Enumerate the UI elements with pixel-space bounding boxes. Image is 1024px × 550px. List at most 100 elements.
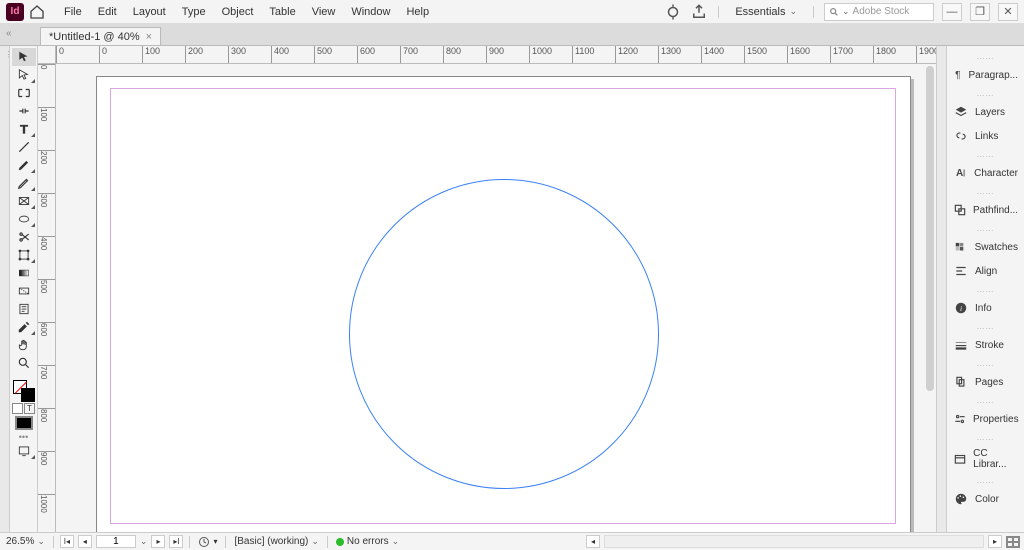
note-tool[interactable] bbox=[12, 300, 36, 318]
panel-grip[interactable]: ⋯⋯ bbox=[947, 324, 1024, 333]
hscroll-left[interactable]: ◂ bbox=[586, 535, 600, 548]
preflight-profile[interactable]: [Basic] (working)⌄ bbox=[232, 536, 320, 547]
type-tool[interactable] bbox=[12, 120, 36, 138]
free-transform-tool[interactable] bbox=[12, 246, 36, 264]
direct-selection-tool[interactable] bbox=[12, 66, 36, 84]
pen-tool[interactable] bbox=[12, 156, 36, 174]
ellipse-tool[interactable] bbox=[12, 210, 36, 228]
fill-stroke-swatch[interactable] bbox=[13, 380, 35, 402]
document-tab[interactable]: *Untitled-1 @ 40% × bbox=[40, 27, 161, 45]
panel-grip[interactable]: ⋯⋯ bbox=[947, 226, 1024, 235]
workspace-switcher[interactable]: Essentials ⌄ bbox=[729, 4, 803, 20]
chevron-down-icon[interactable]: ⌄ bbox=[140, 536, 148, 547]
page-tool[interactable] bbox=[12, 84, 36, 102]
share-icon[interactable] bbox=[690, 3, 708, 21]
gradient-feather-tool[interactable] bbox=[12, 282, 36, 300]
panel-paragraph[interactable]: ¶Paragrap... bbox=[947, 63, 1024, 87]
panel-character[interactable]: A|Character bbox=[947, 161, 1024, 185]
window-restore[interactable]: ❐ bbox=[970, 3, 990, 21]
panel-pathfinder[interactable]: Pathfind... bbox=[947, 198, 1024, 222]
eyedropper-tool[interactable] bbox=[12, 318, 36, 336]
canvas[interactable] bbox=[56, 64, 936, 532]
zoom-tool[interactable] bbox=[12, 354, 36, 372]
next-spread-button[interactable]: ▸ bbox=[151, 535, 165, 548]
panel-info[interactable]: iInfo bbox=[947, 296, 1024, 320]
screen-mode[interactable] bbox=[12, 442, 36, 460]
panel-properties[interactable]: Properties bbox=[947, 407, 1024, 431]
hint-icon[interactable] bbox=[664, 3, 682, 21]
panel-grip[interactable]: ⋯⋯ bbox=[947, 54, 1024, 63]
prev-spread-button[interactable]: ◂ bbox=[78, 535, 92, 548]
open-recent-icon[interactable]: ▾ bbox=[196, 536, 219, 548]
panel-align[interactable]: Align bbox=[947, 259, 1024, 283]
document-tabstrip: *Untitled-1 @ 40% × bbox=[0, 24, 1024, 46]
menu-type[interactable]: Type bbox=[174, 2, 214, 22]
menu-file[interactable]: File bbox=[56, 2, 90, 22]
menu-edit[interactable]: Edit bbox=[90, 2, 125, 22]
pencil-tool[interactable] bbox=[12, 174, 36, 192]
right-dock-strip[interactable] bbox=[936, 46, 946, 532]
ellipse-object[interactable] bbox=[349, 179, 659, 489]
panel-color[interactable]: Color bbox=[947, 487, 1024, 511]
page-number-field[interactable] bbox=[96, 535, 136, 548]
hand-tool[interactable] bbox=[12, 336, 36, 354]
panel-stroke[interactable]: Stroke bbox=[947, 333, 1024, 357]
workarea: 0010020030040050060070080090010001100120… bbox=[38, 46, 936, 532]
vertical-ruler[interactable]: 01002003004005006007008009001000 bbox=[38, 64, 56, 532]
line-tool[interactable] bbox=[12, 138, 36, 156]
panel-grip[interactable]: ⋯⋯ bbox=[947, 478, 1024, 487]
app-logo[interactable]: Id bbox=[6, 3, 24, 21]
panel-grip[interactable]: ⋯⋯ bbox=[947, 152, 1024, 161]
home-icon[interactable] bbox=[28, 3, 46, 21]
panel-grip[interactable]: ⋯⋯ bbox=[947, 189, 1024, 198]
menu-object[interactable]: Object bbox=[214, 2, 262, 22]
horizontal-ruler[interactable]: 0010020030040050060070080090010001100120… bbox=[56, 46, 936, 64]
arrange-documents-icon[interactable] bbox=[1006, 536, 1020, 548]
status-ok-icon bbox=[336, 538, 344, 546]
default-fill[interactable] bbox=[15, 416, 33, 430]
right-panels: ⋯⋯ ¶Paragrap... ⋯⋯ Layers Links ⋯⋯ A|Cha… bbox=[946, 46, 1024, 532]
stock-search[interactable]: ⌄ Adobe Stock bbox=[824, 3, 934, 21]
menu-window[interactable]: Window bbox=[343, 2, 398, 22]
panel-links[interactable]: Links bbox=[947, 124, 1024, 148]
ruler-origin[interactable] bbox=[38, 46, 56, 64]
vertical-scrollbar[interactable] bbox=[926, 66, 934, 530]
panel-cc-libraries[interactable]: CC Librar... bbox=[947, 444, 1024, 474]
menu-items: File Edit Layout Type Object Table View … bbox=[56, 2, 437, 22]
search-placeholder: Adobe Stock bbox=[853, 6, 910, 17]
properties-icon bbox=[953, 411, 967, 427]
panel-pages[interactable]: Pages bbox=[947, 370, 1024, 394]
panel-grip[interactable]: ⋯⋯ bbox=[947, 91, 1024, 100]
color-apply-controls[interactable]: T bbox=[12, 402, 36, 414]
first-spread-button[interactable]: I◂ bbox=[60, 535, 74, 548]
menu-layout[interactable]: Layout bbox=[125, 2, 174, 22]
left-dock-strip[interactable]: ⋮⋮ bbox=[0, 46, 10, 532]
close-icon[interactable]: × bbox=[146, 31, 152, 43]
menu-help[interactable]: Help bbox=[398, 2, 437, 22]
toolbox: T ••• bbox=[10, 46, 38, 532]
gradient-swatch-tool[interactable] bbox=[12, 264, 36, 282]
menu-view[interactable]: View bbox=[304, 2, 344, 22]
zoom-level[interactable]: 26.5%⌄ bbox=[4, 536, 47, 547]
layers-icon bbox=[953, 104, 969, 120]
menu-table[interactable]: Table bbox=[261, 2, 303, 22]
panel-grip[interactable]: ⋯⋯ bbox=[947, 287, 1024, 296]
panel-grip[interactable]: ⋯⋯ bbox=[947, 361, 1024, 370]
preflight-status[interactable]: No errors⌄ bbox=[334, 536, 401, 547]
panel-grip[interactable]: ⋯⋯ bbox=[947, 435, 1024, 444]
selection-tool[interactable] bbox=[12, 48, 36, 66]
panel-layers[interactable]: Layers bbox=[947, 100, 1024, 124]
chevron-down-icon: ⌄ bbox=[311, 536, 319, 547]
svg-text:i: i bbox=[960, 304, 962, 313]
hscroll-right[interactable]: ▸ bbox=[988, 535, 1002, 548]
last-spread-button[interactable]: ▸I bbox=[169, 535, 183, 548]
panel-swatches[interactable]: Swatches bbox=[947, 235, 1024, 259]
panel-grip[interactable]: ⋯⋯ bbox=[947, 398, 1024, 407]
rectangle-frame-tool[interactable] bbox=[12, 192, 36, 210]
hscrollbar[interactable] bbox=[604, 535, 984, 548]
toolbox-more[interactable]: ••• bbox=[10, 432, 37, 442]
window-close[interactable]: ✕ bbox=[998, 3, 1018, 21]
gap-tool[interactable] bbox=[12, 102, 36, 120]
window-minimize[interactable]: — bbox=[942, 3, 962, 21]
scissors-tool[interactable] bbox=[12, 228, 36, 246]
